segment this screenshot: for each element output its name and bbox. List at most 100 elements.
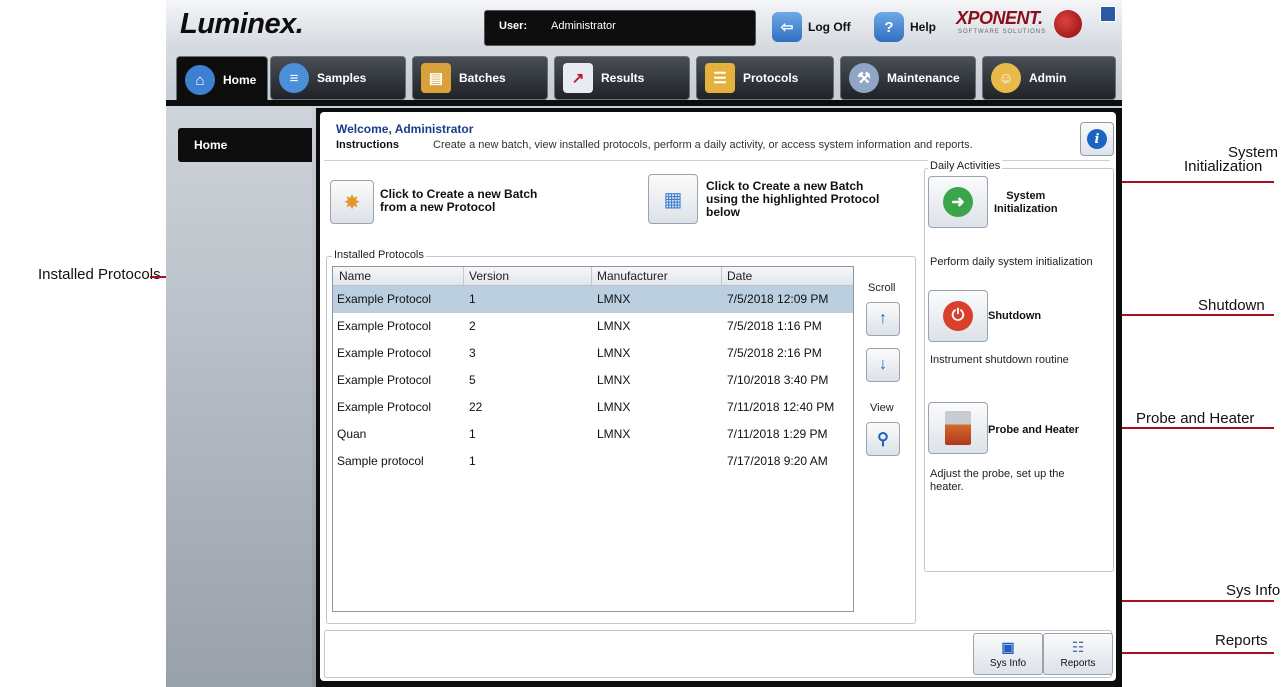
logoff-icon: ⇦ xyxy=(772,12,802,42)
tab-batches[interactable]: ▤ Batches xyxy=(412,56,548,100)
table-row[interactable]: Example Protocol 1 LMNX 7/5/2018 12:09 P… xyxy=(333,286,853,313)
table-row[interactable]: Quan 1 LMNX 7/11/2018 1:29 PM xyxy=(333,421,853,448)
main-panel: Welcome, Administrator Instructions Crea… xyxy=(316,108,1122,687)
cell-name: Example Protocol xyxy=(337,319,432,333)
column-version[interactable]: Version xyxy=(469,269,509,283)
tab-samples-label: Samples xyxy=(317,71,367,85)
cell-name: Example Protocol xyxy=(337,373,432,387)
tab-admin-label: Admin xyxy=(1029,71,1067,85)
reports-button[interactable]: ☷ Reports xyxy=(1043,633,1113,675)
highlighted-line3: below xyxy=(706,205,741,219)
column-name[interactable]: Name xyxy=(339,269,371,283)
status-indicator-icon xyxy=(1054,10,1082,38)
daily-activities-group xyxy=(924,168,1114,572)
tab-admin[interactable]: ☺ Admin xyxy=(982,56,1116,100)
probe-heater-icon xyxy=(945,411,971,445)
new-batch-new-protocol-label: Click to Create a new Batch from a new P… xyxy=(380,188,537,214)
luminex-logo: Luminex. xyxy=(180,8,304,40)
left-sidebar: Home xyxy=(166,106,312,687)
cell-manufacturer: LMNX xyxy=(597,292,631,306)
cell-manufacturer: LMNX xyxy=(597,427,631,441)
sys-info-icon: ▣ xyxy=(1001,639,1015,655)
probe-and-heater-label: Probe and Heater xyxy=(988,424,1080,436)
probe-and-heater-button[interactable] xyxy=(928,402,988,454)
shutdown-button[interactable]: ⏻ xyxy=(928,290,988,342)
main-tabs: ⌂ Home ≡ Samples ▤ Batches ↗ Results ☰ P… xyxy=(176,56,1122,104)
scroll-up-button[interactable]: ↑ xyxy=(866,302,900,336)
system-initialization-button[interactable]: ➜ xyxy=(928,176,988,228)
view-label: View xyxy=(870,402,894,414)
logoff-button[interactable]: ⇦ Log Off xyxy=(772,11,851,43)
system-initialization-line2: Initialization xyxy=(994,203,1058,215)
system-initialization-label: System Initialization xyxy=(994,190,1058,216)
table-row[interactable]: Example Protocol 2 LMNX 7/5/2018 1:16 PM xyxy=(333,313,853,340)
tab-home[interactable]: ⌂ Home xyxy=(176,56,268,104)
app-window: Luminex. User: Administrator ⇦ Log Off ?… xyxy=(166,0,1122,687)
home-content: Welcome, Administrator Instructions Crea… xyxy=(320,112,1116,681)
power-icon: ⏻ xyxy=(943,301,973,331)
minimize-button[interactable] xyxy=(1100,6,1116,22)
protocols-table[interactable]: Name Version Manufacturer Date Example P… xyxy=(332,266,854,612)
cell-date: 7/17/2018 9:20 AM xyxy=(727,454,828,468)
new-batch-highlighted-protocol-label: Click to Create a new Batch using the hi… xyxy=(706,180,879,219)
help-button[interactable]: ? Help xyxy=(874,11,936,43)
cell-name: Example Protocol xyxy=(337,400,432,414)
magnifier-icon: ⚲ xyxy=(877,431,889,448)
shutdown-description: Instrument shutdown routine xyxy=(930,354,1069,366)
welcome-header: Welcome, Administrator Instructions Crea… xyxy=(324,116,1114,161)
tab-results[interactable]: ↗ Results xyxy=(554,56,690,100)
column-manufacturer[interactable]: Manufacturer xyxy=(597,269,668,283)
cell-version: 1 xyxy=(469,292,476,306)
cell-version: 22 xyxy=(469,400,483,414)
shutdown-label: Shutdown xyxy=(988,310,1042,322)
maintenance-icon: ⚒ xyxy=(849,63,879,93)
cell-date: 7/11/2018 1:29 PM xyxy=(727,427,828,441)
callout-system-initialization-2: Initialization xyxy=(1184,158,1263,175)
tab-protocols[interactable]: ☰ Protocols xyxy=(696,56,834,100)
cell-version: 3 xyxy=(469,346,476,360)
cell-version: 2 xyxy=(469,319,476,333)
batch-protocol-icon: ▦ xyxy=(663,188,683,211)
cell-date: 7/5/2018 12:09 PM xyxy=(727,292,829,306)
cell-version: 1 xyxy=(469,427,476,441)
column-separator xyxy=(463,267,464,285)
help-label: Help xyxy=(910,20,937,34)
user-label: User: xyxy=(499,20,528,32)
new-batch-highlighted-protocol-button[interactable]: ▦ xyxy=(648,174,698,224)
sidebar-item-home[interactable]: Home xyxy=(178,128,312,162)
samples-icon: ≡ xyxy=(279,63,309,93)
cell-name: Example Protocol xyxy=(337,346,432,360)
tab-results-label: Results xyxy=(601,71,645,85)
column-separator xyxy=(721,267,722,285)
sys-info-button[interactable]: ▣ Sys Info xyxy=(973,633,1043,675)
sys-info-label: Sys Info xyxy=(989,658,1027,669)
cell-date: 7/11/2018 12:40 PM xyxy=(727,400,835,414)
callout-arrow-reports xyxy=(1100,647,1274,659)
system-initialization-icon: ➜ xyxy=(943,187,973,217)
column-date[interactable]: Date xyxy=(727,269,752,283)
tab-batches-label: Batches xyxy=(459,71,506,85)
cell-manufacturer: LMNX xyxy=(597,400,631,414)
table-row[interactable]: Example Protocol 22 LMNX 7/11/2018 12:40… xyxy=(333,394,853,421)
protocols-table-header: Name Version Manufacturer Date xyxy=(333,267,853,286)
column-separator xyxy=(591,267,592,285)
cell-date: 7/5/2018 1:16 PM xyxy=(727,319,822,333)
cell-name: Quan xyxy=(337,427,367,441)
scroll-label: Scroll xyxy=(868,282,896,294)
system-initialization-description: Perform daily system initialization xyxy=(930,256,1093,268)
table-row[interactable]: Example Protocol 5 LMNX 7/10/2018 3:40 P… xyxy=(333,367,853,394)
tab-maintenance[interactable]: ⚒ Maintenance xyxy=(840,56,976,100)
table-row[interactable]: Example Protocol 3 LMNX 7/5/2018 2:16 PM xyxy=(333,340,853,367)
table-row[interactable]: Sample protocol 1 7/17/2018 9:20 AM xyxy=(333,448,853,475)
view-button[interactable]: ⚲ xyxy=(866,422,900,456)
welcome-title: Welcome, Administrator xyxy=(336,122,474,136)
callout-shutdown: Shutdown xyxy=(1198,297,1265,314)
new-batch-new-protocol-button[interactable]: ✸ xyxy=(330,180,374,224)
info-button[interactable]: i xyxy=(1080,122,1114,156)
xponent-subtitle: SOFTWARE SOLUTIONS xyxy=(958,29,1047,35)
instructions-text: Create a new batch, view installed proto… xyxy=(433,139,973,151)
new-protocol-icon: ✸ xyxy=(343,191,361,214)
bottom-toolbar: ▣ Sys Info ☷ Reports xyxy=(324,630,1113,678)
scroll-down-button[interactable]: ↓ xyxy=(866,348,900,382)
tab-samples[interactable]: ≡ Samples xyxy=(270,56,406,100)
